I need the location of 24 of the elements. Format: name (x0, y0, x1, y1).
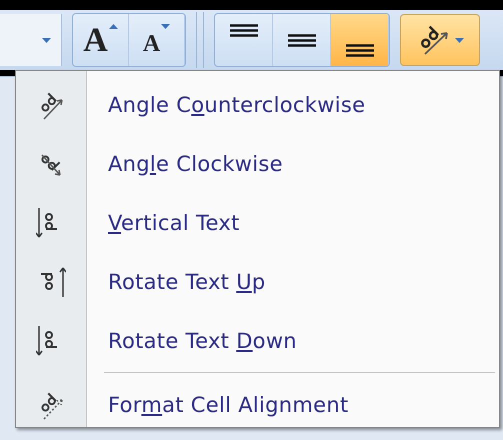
menu-item[interactable]: Vertical Text (16, 193, 499, 252)
menu-item[interactable]: Format Cell Alignment (16, 375, 499, 434)
menu-item-label: Format Cell Alignment (108, 392, 349, 416)
orientation-button[interactable] (400, 14, 480, 66)
align-lines-icon (230, 24, 258, 36)
bottom-align-button[interactable] (331, 14, 389, 66)
menu-item-label: Angle Clockwise (108, 152, 283, 176)
down-caret-icon (161, 24, 170, 29)
grow-font-button[interactable]: A (73, 14, 129, 66)
menu-item[interactable]: Angle Counterclockwise (16, 75, 499, 134)
menu-item-label: Angle Counterclockwise (108, 92, 366, 116)
menu-item[interactable]: Rotate Text Up (16, 252, 499, 311)
menu-item-label: Vertical Text (108, 210, 240, 234)
group-divider (196, 12, 204, 68)
menu-item[interactable]: Rotate Text Down (16, 311, 499, 370)
shrink-font-button[interactable]: A (129, 14, 185, 66)
caret-icon (42, 38, 51, 42)
align-lines-icon (346, 44, 374, 56)
caret-icon (454, 38, 464, 42)
menu-item-label: Rotate Text Up (108, 270, 266, 294)
menu-item-label: Rotate Text Down (108, 328, 297, 352)
align-lines-icon (288, 34, 316, 46)
up-caret-icon (108, 24, 118, 29)
menu-item[interactable]: Angle Clockwise (16, 134, 499, 193)
